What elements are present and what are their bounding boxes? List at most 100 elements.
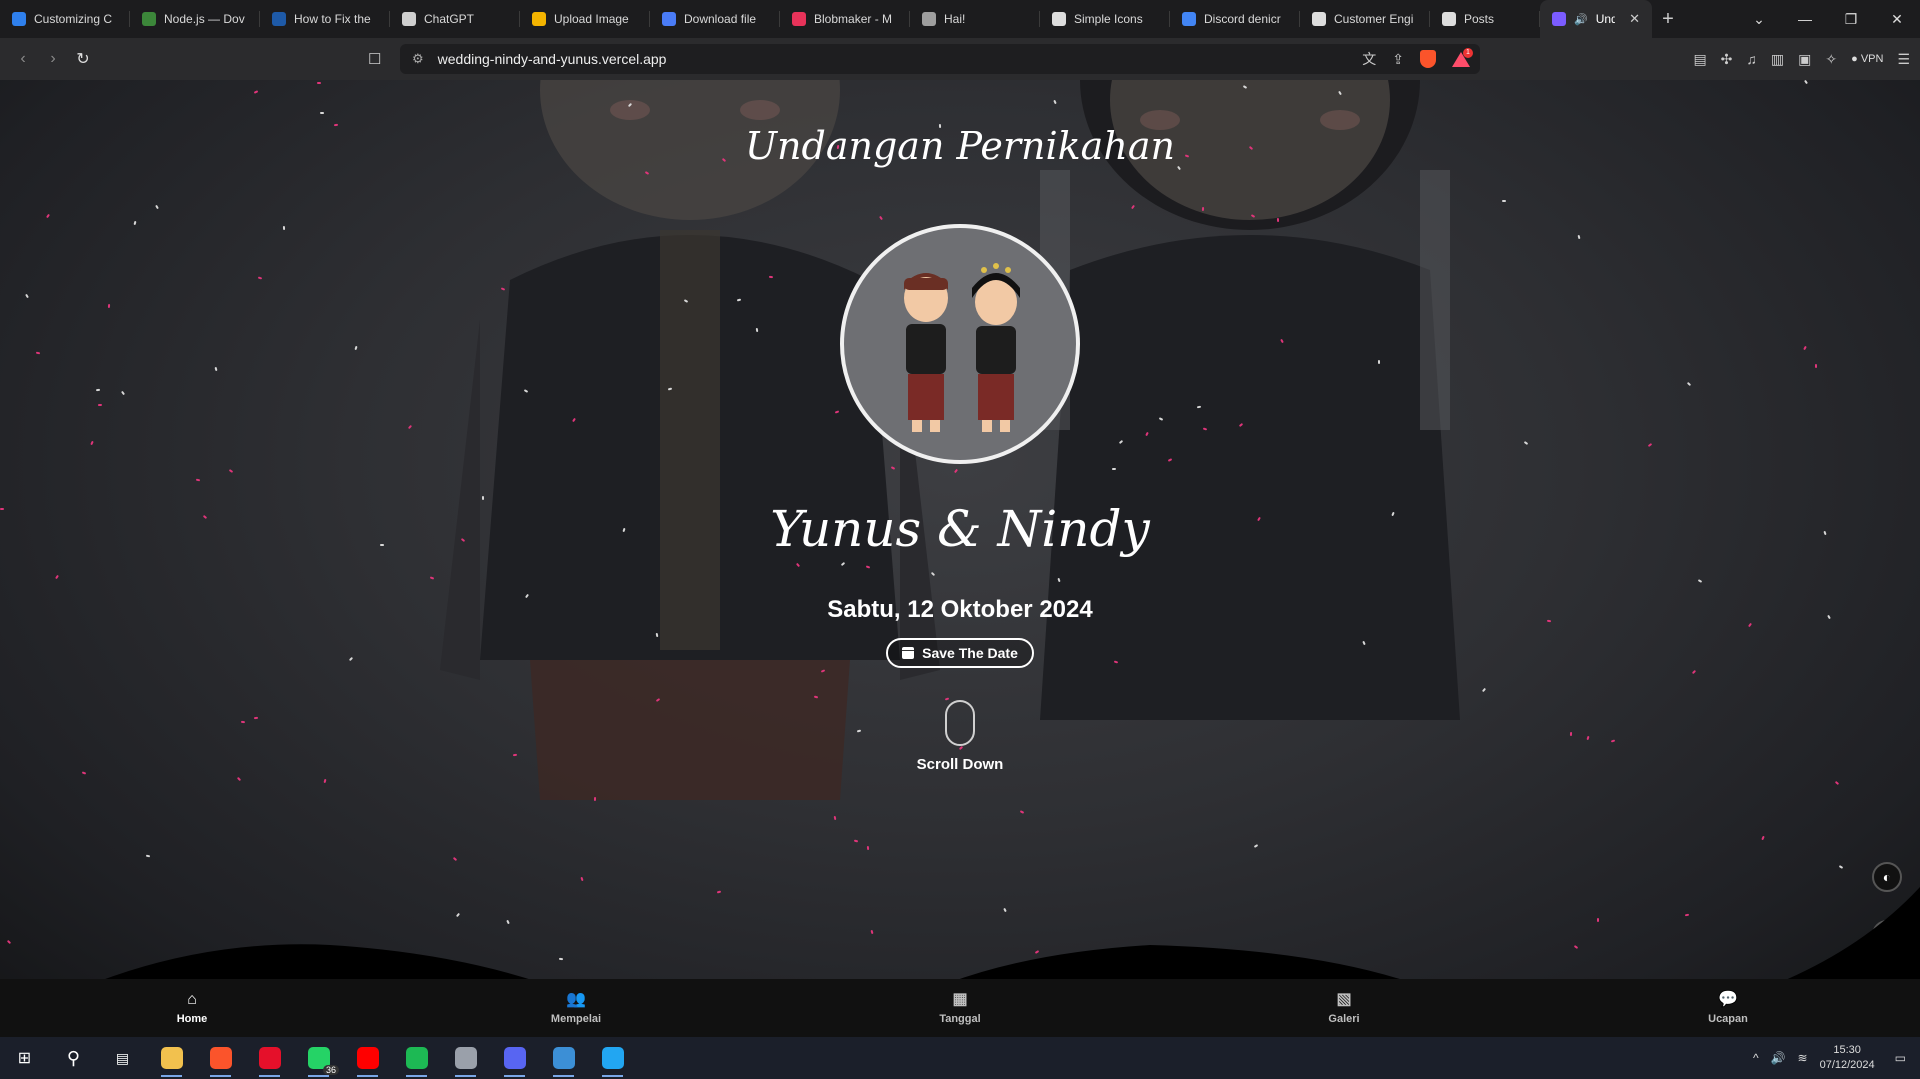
petal xyxy=(1691,669,1697,675)
close-window-icon[interactable]: ✕ xyxy=(1874,11,1920,28)
media-icon[interactable]: ♫ xyxy=(1746,51,1757,67)
back-icon[interactable]: ‹ xyxy=(8,50,38,68)
notification-icon[interactable]: ▭ xyxy=(1895,1051,1906,1065)
bookmark-icon[interactable]: ☐ xyxy=(368,50,381,68)
browser-tab[interactable]: Download file xyxy=(650,0,780,38)
new-tab-button[interactable]: + xyxy=(1652,8,1684,31)
tab-title: Customer Engi xyxy=(1334,12,1414,26)
petal xyxy=(1610,739,1616,743)
menu-icon[interactable]: ☰ xyxy=(1897,51,1910,68)
petal xyxy=(323,778,327,784)
browser-tab[interactable]: Upload Image xyxy=(520,0,650,38)
taskbar-app-opera[interactable] xyxy=(245,1037,294,1079)
nav-galeri[interactable]: ▧ Galeri xyxy=(1152,979,1536,1037)
taskbar-app-whatsapp[interactable]: 36 xyxy=(294,1037,343,1079)
forward-icon[interactable]: › xyxy=(38,50,68,68)
nav-home-label: Home xyxy=(176,1013,208,1025)
tray-expand-icon[interactable]: ^ xyxy=(1753,1051,1759,1065)
nav-ucapan[interactable]: 💬 Ucapan xyxy=(1536,979,1920,1037)
nav-home[interactable]: ⌂ Home xyxy=(0,979,384,1037)
tab-favicon xyxy=(12,12,26,26)
extension-icon[interactable]: ▤ xyxy=(1693,51,1706,68)
leo-ai-icon[interactable]: ✧ xyxy=(1825,51,1837,68)
site-info-icon[interactable]: ⚙ xyxy=(412,51,424,67)
taskbar-app-app-window[interactable] xyxy=(539,1037,588,1079)
spotify-icon xyxy=(405,1047,428,1069)
brave-shields-icon[interactable] xyxy=(1420,50,1436,68)
petal xyxy=(1201,206,1205,212)
save-the-date-button[interactable]: Save The Date xyxy=(886,638,1034,668)
tab-favicon xyxy=(792,12,806,26)
taskbar-clock[interactable]: 15:30 07/12/2024 xyxy=(1820,1043,1875,1073)
nav-mempelai[interactable]: 👥 Mempelai xyxy=(384,979,768,1037)
nav-ucapan-label: Ucapan xyxy=(1708,1013,1748,1025)
petal xyxy=(1019,810,1025,814)
taskbar-app-spotify[interactable] xyxy=(392,1037,441,1079)
tab-title: Download file xyxy=(684,12,757,26)
wallet-icon[interactable]: ▣ xyxy=(1798,51,1811,68)
petal xyxy=(1686,381,1692,387)
address-bar[interactable]: ⚙ wedding-nindy-and-yunus.vercel.app 文 ⇪… xyxy=(400,44,1480,74)
petal xyxy=(1803,345,1807,351)
search-button[interactable]: ⚲ xyxy=(49,1037,98,1079)
puzzle-icon[interactable]: ✣ xyxy=(1721,51,1733,68)
task-view-button[interactable]: ▤ xyxy=(98,1037,147,1079)
vpn-button[interactable]: ● VPN xyxy=(1851,53,1883,65)
petal xyxy=(655,632,659,638)
browser-tab[interactable]: Blobmaker - M xyxy=(780,0,910,38)
petal xyxy=(90,440,94,446)
petal xyxy=(35,351,41,355)
petal xyxy=(958,745,964,751)
petal xyxy=(319,111,325,115)
nav-mempelai-label: Mempelai xyxy=(550,1013,602,1025)
browser-tab[interactable]: Customer Engi xyxy=(1300,0,1430,38)
calendar-icon xyxy=(902,647,915,659)
network-icon[interactable]: ≋ xyxy=(1798,1051,1808,1065)
browser-tab[interactable]: Posts xyxy=(1430,0,1540,38)
petal xyxy=(1111,467,1117,471)
browser-tab[interactable]: Simple Icons xyxy=(1040,0,1170,38)
clock-date: 07/12/2024 xyxy=(1819,1059,1875,1071)
start-button[interactable]: ⊞ xyxy=(0,1037,49,1079)
taskbar-app-file-explorer[interactable] xyxy=(147,1037,196,1079)
tab-favicon xyxy=(662,12,676,26)
taskbar-app-app-brush[interactable] xyxy=(441,1037,490,1079)
nav-tanggal[interactable]: ▦ Tanggal xyxy=(768,979,1152,1037)
tab-title: Customizing C xyxy=(34,12,113,26)
wedding-page: Undangan Pernikahan Yunus & Nindy Sabtu,… xyxy=(0,80,1920,1037)
browser-tab[interactable]: ChatGPT xyxy=(390,0,520,38)
share-icon[interactable]: ⇪ xyxy=(1392,51,1404,68)
brave-rewards-icon[interactable]: 1 xyxy=(1452,47,1473,67)
browser-tab[interactable]: Hai! xyxy=(910,0,1040,38)
browser-tab[interactable]: Discord denicr xyxy=(1170,0,1300,38)
browser-toolbar: ‹ › ↻ ☐ ⚙ wedding-nindy-and-yunus.vercel… xyxy=(0,38,1920,80)
vpn-label: VPN xyxy=(1860,53,1884,65)
sidebar-icon[interactable]: ▥ xyxy=(1771,51,1784,68)
taskbar-app-vscode[interactable] xyxy=(588,1037,637,1079)
volume-icon[interactable]: 🔊 xyxy=(1771,1051,1786,1065)
taskbar-app-discord[interactable] xyxy=(490,1037,539,1079)
tab-search-icon[interactable]: ⌄ xyxy=(1736,11,1782,28)
speaker-icon[interactable]: 🔊 xyxy=(1574,13,1588,26)
taskbar-app-brave-browser[interactable] xyxy=(196,1037,245,1079)
system-tray: ^ 🔊 ≋ 15:30 07/12/2024 ▭ xyxy=(1753,1037,1920,1079)
taskbar-app-youtube[interactable] xyxy=(343,1037,392,1079)
petal xyxy=(25,293,29,299)
translate-icon[interactable]: 文 xyxy=(1362,49,1376,69)
browser-tab[interactable]: How to Fix the xyxy=(260,0,390,38)
petal xyxy=(1523,440,1529,446)
nav-galeri-label: Galeri xyxy=(1328,1013,1360,1025)
tab-title: ChatGPT xyxy=(424,12,475,26)
close-tab-icon[interactable]: ✕ xyxy=(1629,11,1640,27)
tab-active[interactable]: 🔊 Undang ✕ xyxy=(1540,0,1652,38)
windows-icon: ⊞ xyxy=(17,1050,32,1067)
minimize-icon[interactable]: — xyxy=(1782,11,1828,27)
tab-favicon xyxy=(272,12,286,26)
tab-title: How to Fix the xyxy=(294,12,371,26)
browser-tab[interactable]: Customizing C xyxy=(0,0,130,38)
browser-tab[interactable]: Node.js — Dov xyxy=(130,0,260,38)
clock-time: 15:30 xyxy=(1833,1044,1861,1056)
file-explorer-icon xyxy=(160,1047,183,1069)
restore-icon[interactable]: ❐ xyxy=(1828,11,1874,28)
reload-icon[interactable]: ↻ xyxy=(68,49,98,69)
